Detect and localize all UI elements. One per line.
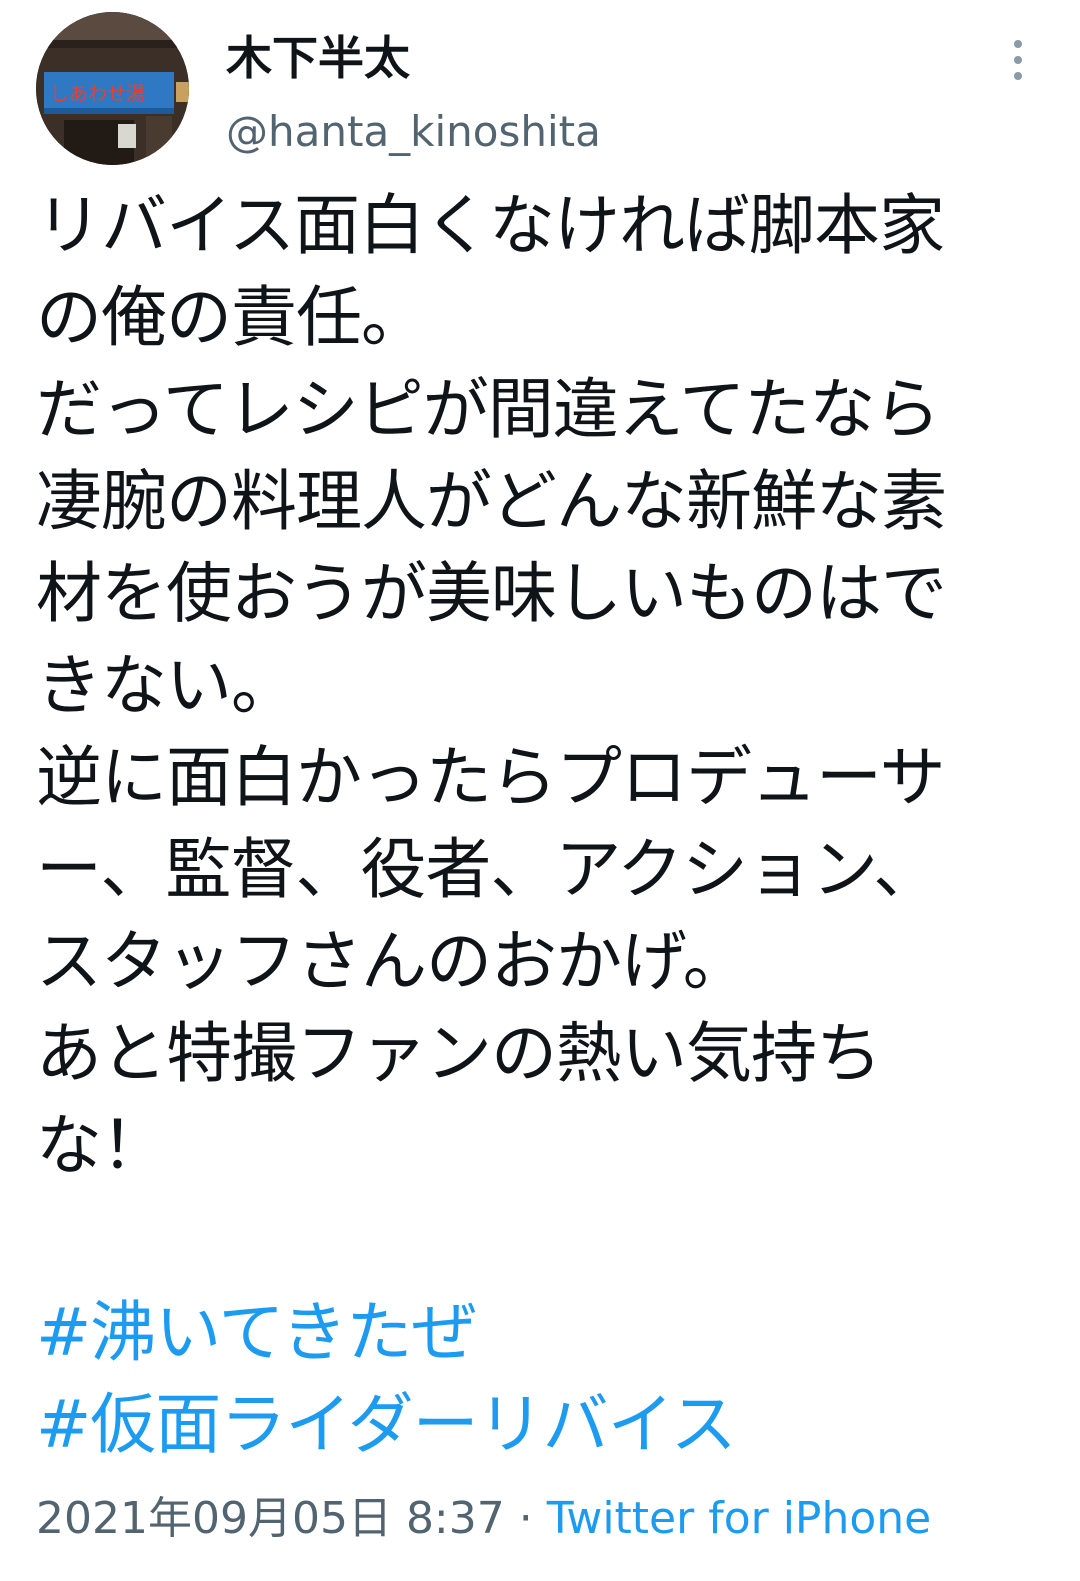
tweet-text-line: 逆に面白かったらプロデューサ xyxy=(36,739,946,816)
tweet-meta: 2021年09月05日 8:37 · Twitter for iPhone xyxy=(36,1487,931,1551)
avatar-sign-text: しあわせ湯 xyxy=(50,83,145,105)
tweet-text-line: あと特撮ファンの熱い気持ち xyxy=(36,1015,882,1092)
more-dot xyxy=(1014,56,1022,64)
tweet-timestamp[interactable]: 2021年09月05日 8:37 xyxy=(36,1493,505,1544)
tweet-text: リバイス面白くなければ脚本家 の俺の責任。 だってレシピが間違えてたなら 凄腕の… xyxy=(36,180,1044,1192)
more-options-icon[interactable] xyxy=(1006,40,1030,80)
tweet-text-line: きない。 xyxy=(36,647,297,724)
user-handle[interactable]: @hanta_kinoshita xyxy=(226,106,601,158)
tweet-source-link[interactable]: Twitter for iPhone xyxy=(547,1493,931,1544)
tweet-text-line: リバイス面白くなければ脚本家 xyxy=(36,187,945,264)
tweet-text-line: ー、監督、役者、アクション、 xyxy=(36,831,939,908)
tweet-header: しあわせ湯 木下半太 @hanta_kinoshita xyxy=(36,12,1044,172)
hashtag-list: #沸いてきたぜ #仮面ライダーリバイス xyxy=(36,1287,737,1471)
tweet-text-line: 凄腕の料理人がどんな新鮮な素 xyxy=(36,463,947,540)
meta-separator: · xyxy=(518,1493,533,1544)
display-name[interactable]: 木下半太 xyxy=(226,30,410,86)
hashtag-link[interactable]: #沸いてきたぜ xyxy=(36,1287,736,1379)
more-dot xyxy=(1014,40,1022,48)
tweet-text-line: だってレシピが間違えてたなら xyxy=(36,371,940,448)
tweet-text-line: の俺の責任。 xyxy=(36,279,427,356)
tweet-text-line: 材を使おうが美味しいものはで xyxy=(36,555,947,632)
more-dot xyxy=(1014,72,1022,80)
tweet-text-line: スタッフさんのおかげ。 xyxy=(36,923,749,1000)
avatar[interactable]: しあわせ湯 xyxy=(36,12,189,165)
tweet-text-line: な！ xyxy=(36,1107,167,1184)
hashtag-link[interactable]: #仮面ライダーリバイス xyxy=(36,1379,737,1471)
